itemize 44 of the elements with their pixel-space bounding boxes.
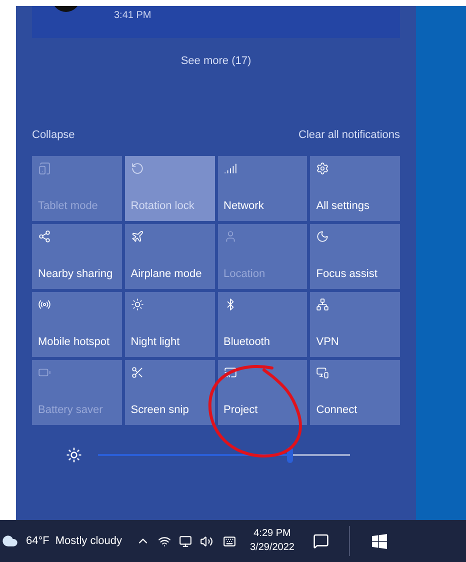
clock-date[interactable]: 3/29/2022 — [250, 541, 294, 555]
cast-icon — [224, 366, 236, 379]
airplane-icon — [130, 230, 144, 243]
brightness-icon — [66, 447, 82, 463]
quick-action-tile[interactable]: Airplane mode — [124, 224, 214, 289]
quick-action-tile[interactable]: Night light — [124, 292, 214, 357]
moon-icon — [316, 230, 330, 243]
clear-all-link[interactable]: Clear all notifications — [298, 126, 400, 143]
quick-action-tile[interactable]: Screen snip — [124, 360, 214, 425]
notification-card[interactable]: 3:41 PM — [32, 6, 400, 38]
rotate-icon — [130, 162, 144, 175]
windows-logo-icon[interactable] — [372, 534, 386, 548]
quick-action-tile[interactable]: Focus assist — [310, 224, 400, 289]
quick-action-tile[interactable]: Nearby sharing — [32, 224, 122, 289]
wifi-icon[interactable] — [158, 534, 171, 548]
quick-action-tile[interactable]: Connect — [310, 360, 400, 425]
quick-action-tile[interactable]: Network — [218, 156, 308, 221]
battery-icon — [38, 366, 51, 379]
keyboard-icon[interactable] — [223, 534, 236, 548]
temperature-text: 64°F — [26, 534, 50, 549]
cloud-icon[interactable] — [2, 533, 18, 549]
notifications-icon[interactable] — [312, 533, 328, 549]
quick-action-tile[interactable]: VPN — [310, 292, 400, 357]
brightness-slider[interactable] — [98, 447, 350, 463]
tablet-icon — [38, 162, 51, 175]
settings-icon — [316, 162, 330, 175]
monitor-icon[interactable] — [179, 534, 192, 548]
see-more-link[interactable]: See more (17) — [180, 53, 252, 70]
notification-time: 3:41 PM — [114, 9, 152, 23]
scissors-icon — [130, 366, 144, 379]
speaker-icon[interactable] — [200, 534, 213, 548]
weather-text: Mostly cloudy — [55, 534, 122, 549]
sun-icon — [130, 298, 144, 311]
share-icon — [38, 230, 51, 243]
antenna-icon — [38, 298, 51, 311]
quick-action-tile[interactable]: Mobile hotspot — [32, 292, 122, 357]
devices-icon — [316, 366, 330, 379]
collapse-link[interactable]: Collapse — [32, 126, 75, 143]
clock-time[interactable]: 4:29 PM — [254, 527, 291, 541]
person-icon — [224, 230, 236, 243]
quick-action-tile[interactable]: All settings — [310, 156, 400, 221]
quick-action-tile[interactable]: Bluetooth — [218, 292, 308, 357]
quick-action-tile[interactable]: Project — [218, 360, 308, 425]
network-icon — [316, 298, 330, 311]
